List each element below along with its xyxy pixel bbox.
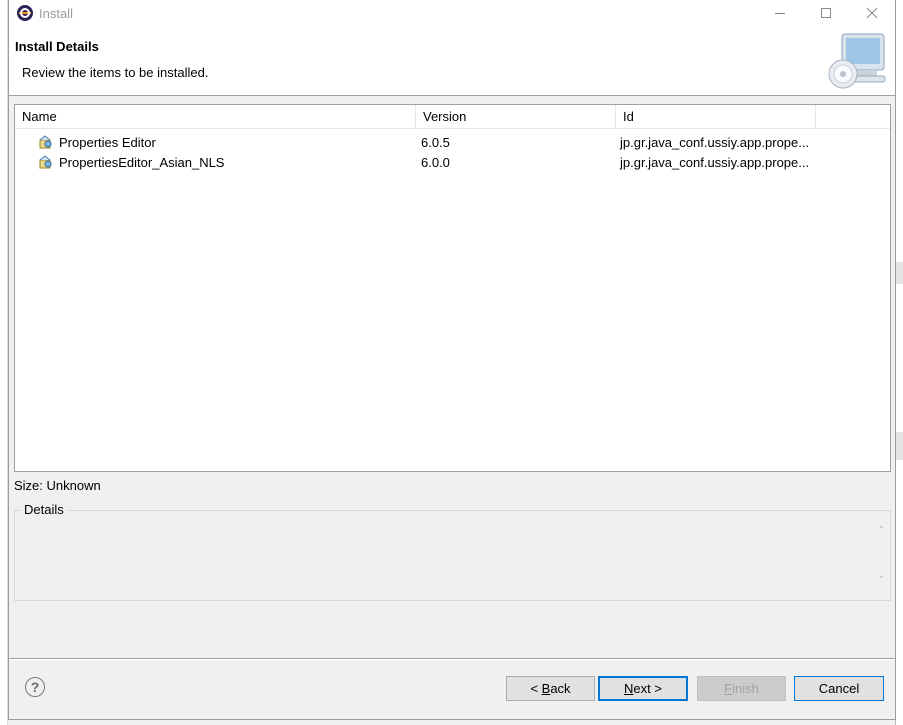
eclipse-icon [17,5,33,21]
back-button-mnemonic: B [541,681,551,696]
close-button[interactable] [849,0,895,26]
column-header-name[interactable]: Name [15,105,416,128]
help-button[interactable]: ? [25,677,45,697]
details-group: Details ⌃ ⌄ [14,502,891,601]
maximize-button[interactable] [803,0,849,26]
install-items-table[interactable]: Name Version Id Properties Editor 6.0.5 … [14,104,891,472]
next-button-label: ext > [633,681,662,696]
install-dialog: Install Install Details Review the items… [8,0,896,720]
row-name: PropertiesEditor_Asian_NLS [59,154,225,170]
install-computer-cd-icon [828,33,886,89]
back-button[interactable]: < Back [506,676,595,701]
row-version: 6.0.0 [421,154,450,170]
background-window-edge-left [0,0,8,725]
details-label: Details [21,502,67,517]
next-button-mnemonic: N [624,681,634,696]
row-name: Properties Editor [59,134,156,150]
window-title: Install [39,5,73,21]
title-bar: Install [9,0,895,26]
feature-plugin-icon [39,155,52,169]
size-label: Size: Unknown [14,478,101,493]
finish-button[interactable]: Finish [697,676,786,701]
feature-plugin-icon [39,135,52,149]
back-button-label: ack [550,681,571,696]
details-scrollbar[interactable]: ⌃ ⌄ [873,525,890,581]
wizard-header: Install Details Review the items to be i… [9,26,895,96]
next-button[interactable]: Next > [598,676,688,701]
table-row[interactable]: PropertiesEditor_Asian_NLS 6.0.0 jp.gr.j… [15,152,890,172]
table-header: Name Version Id [15,105,890,129]
row-id: jp.gr.java_conf.ussiy.app.prope... [620,154,810,170]
scroll-down-icon[interactable]: ⌄ [877,570,885,581]
finish-button-mnemonic: F [724,681,733,696]
column-header-version[interactable]: Version [416,105,616,128]
help-icon: ? [30,679,40,695]
column-header-id[interactable]: Id [616,105,816,128]
finish-button-label: inish [732,681,759,696]
close-icon [866,7,878,19]
row-id: jp.gr.java_conf.ussiy.app.prope... [620,134,810,150]
cancel-button[interactable]: Cancel [794,676,884,701]
back-button-prefix: < [530,681,542,696]
button-bar-divider-highlight [9,659,895,660]
page-title: Install Details [15,39,99,54]
scroll-up-icon[interactable]: ⌃ [877,525,885,536]
page-description: Review the items to be installed. [22,65,209,80]
minimize-button[interactable] [757,0,803,26]
table-row[interactable]: Properties Editor 6.0.5 jp.gr.java_conf.… [15,132,890,152]
row-version: 6.0.5 [421,134,450,150]
background-window-edge-right [895,0,903,725]
